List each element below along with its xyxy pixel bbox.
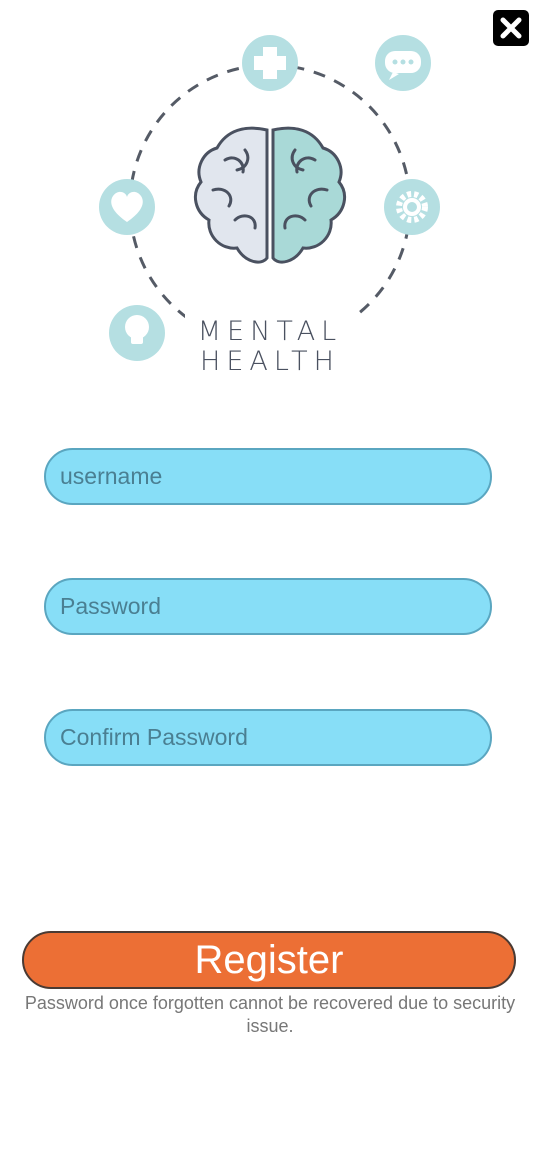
- logo-text-mental: MENTAL: [197, 316, 343, 347]
- plus-icon: [242, 35, 298, 91]
- heart-icon: [99, 179, 155, 235]
- close-icon: [500, 17, 522, 39]
- gear-icon: [384, 179, 440, 235]
- confirm-password-input[interactable]: [46, 711, 490, 764]
- confirm-password-field[interactable]: [44, 709, 492, 766]
- register-button[interactable]: Register: [22, 931, 516, 989]
- password-input[interactable]: [46, 580, 490, 633]
- username-input[interactable]: [46, 450, 490, 503]
- security-note: Password once forgotten cannot be recove…: [24, 993, 516, 1036]
- chat-icon: [375, 35, 431, 91]
- username-field[interactable]: [44, 448, 492, 505]
- brain-icon: [193, 126, 347, 264]
- logo-text-health: HEALTH: [200, 346, 340, 377]
- password-field[interactable]: [44, 578, 492, 635]
- close-button[interactable]: [493, 10, 529, 46]
